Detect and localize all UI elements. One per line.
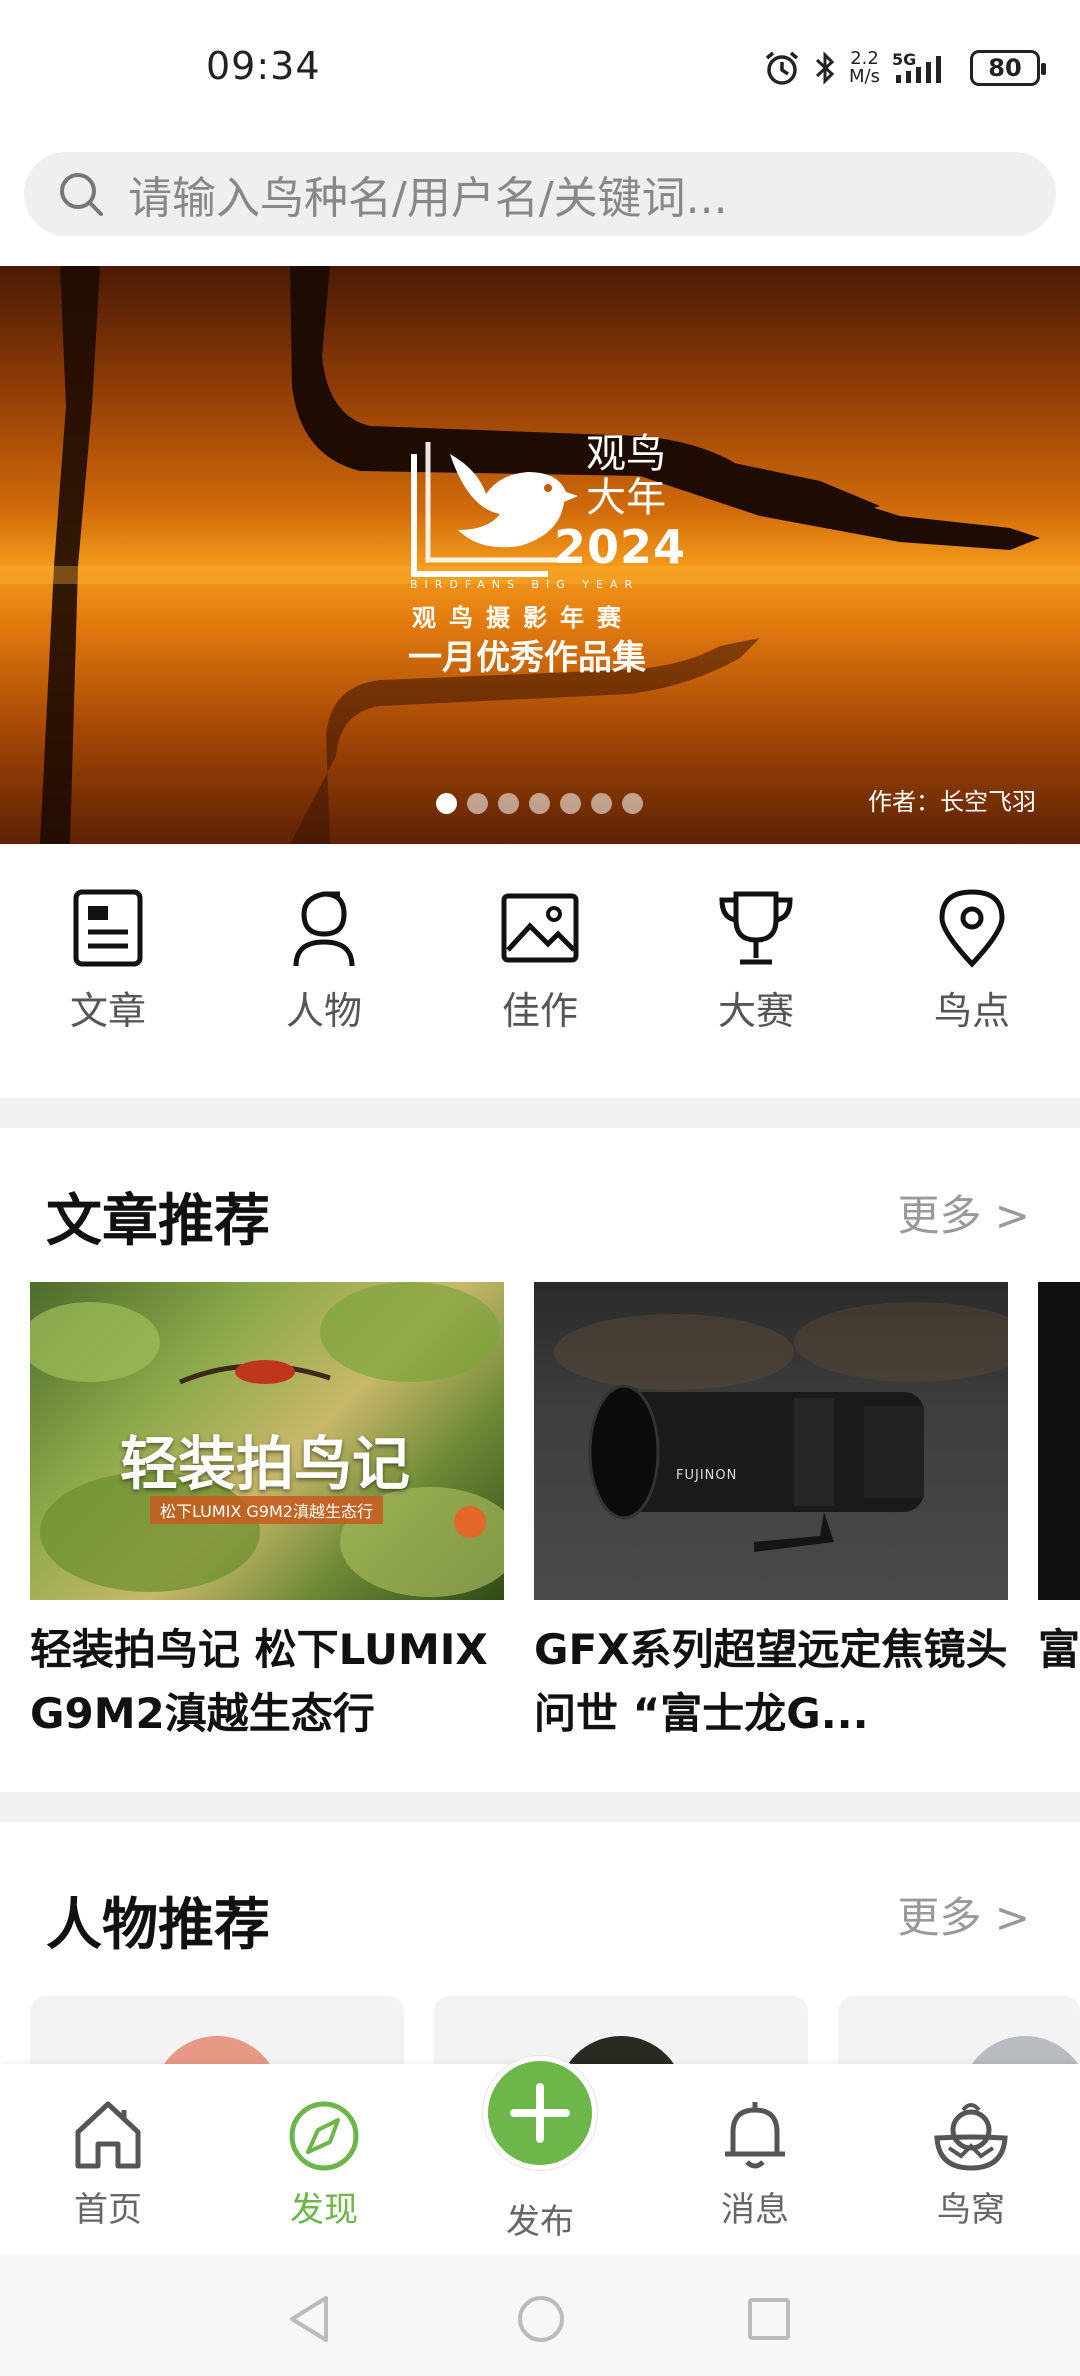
search-placeholder: 请输入鸟种名/用户名/关键词... [128,173,728,224]
svg-text:5G: 5G [892,50,916,69]
home-icon [75,2101,141,2169]
bell-icon [725,2102,785,2169]
section-divider [0,1098,1080,1128]
logo-year: 2024 [554,520,687,574]
category-grid: 文章 人物 佳作 大赛 鸟点 [0,868,1080,1068]
category-label: 人物 [285,989,362,1033]
category-article[interactable]: 文章 [38,888,178,1035]
nav-label: 发现 [290,2190,358,2230]
nav-discover[interactable]: 发现 [249,2096,399,2231]
carousel-dot[interactable] [436,793,457,814]
logo-subtitle: 观鸟摄影年赛 [412,604,634,632]
search-icon [60,173,103,216]
nav-bird-nest[interactable]: 鸟窝 [896,2096,1046,2231]
image-icon [501,893,579,963]
articles-section-title: 文章推荐 [46,1189,270,1254]
publish-button[interactable] [483,2056,597,2170]
logo-collection-title: 一月优秀作品集 [408,638,646,678]
carousel-dot[interactable] [560,793,581,814]
people-section-title: 人物推荐 [46,1893,270,1958]
banner-author: 作者：长空飞羽 [868,788,1036,816]
lens-photo [554,1302,1008,1552]
carousel-dot[interactable] [591,793,612,814]
carousel-dot[interactable] [529,793,550,814]
nav-label: 消息 [721,2190,789,2230]
alarm-icon [765,51,799,85]
category-label: 鸟点 [933,989,1010,1033]
article-thumb-subtext: 松下LUMIX G9M2滇越生态行 [150,1496,383,1524]
article-thumbnail: FUJINON [534,1282,1008,1600]
back-key-icon[interactable] [286,2294,332,2344]
location-pin-icon [939,889,1005,968]
trophy-icon [719,891,793,965]
article-thumbnail [1038,1282,1080,1600]
article-title: 轻装拍鸟记 松下LUMIX G9M2滇越生态行 [30,1625,488,1738]
article-card[interactable]: FUJINON GFX系列超望远定焦镜头问世 “富士龙G... [534,1282,1008,1746]
nav-label: 首页 [74,2190,142,2230]
article-thumbnail: 轻装拍鸟记 松下LUMIX G9M2滇越生态行 [30,1282,504,1600]
compass-icon [289,2101,359,2171]
home-key-icon[interactable] [516,2294,566,2344]
category-contest[interactable]: 大赛 [686,888,826,1035]
article-card-partial[interactable]: 富士...反... [1038,1282,1080,1746]
logo-title-line2: 大年 [586,475,666,521]
bluetooth-icon [815,51,835,85]
logo-english: BIRDFANS BIG YEAR [410,578,640,591]
status-bar: 09:34 2.2 M/s 5G 80 [0,0,1080,140]
status-icons: 2.2 M/s 5G 80 [763,44,1046,92]
category-person[interactable]: 人物 [254,888,394,1035]
article-title: GFX系列超望远定焦镜头问世 “富士龙G... [534,1625,1008,1738]
nav-label: 鸟窝 [937,2190,1005,2230]
search-bar[interactable]: 请输入鸟种名/用户名/关键词... [24,152,1056,236]
category-label: 大赛 [717,989,794,1033]
battery-indicator: 80 [970,50,1046,86]
signal-5g-icon: 5G [892,50,941,83]
nav-home[interactable]: 首页 [33,2096,183,2231]
carousel-dot[interactable] [467,793,488,814]
nav-messages[interactable]: 消息 [680,2096,830,2231]
article-icon [73,889,143,967]
category-works[interactable]: 佳作 [470,888,610,1035]
banner-logo: 观鸟 大年 2024 BIRDFANS BIG YEAR 观鸟摄影年赛 一月优秀… [408,432,685,678]
category-label: 文章 [69,989,146,1033]
net-speed: 2.2 M/s [849,50,880,86]
logo-title: 观鸟 大年 [586,432,666,520]
category-label: 佳作 [501,989,578,1033]
article-card[interactable]: 轻装拍鸟记 松下LUMIX G9M2滇越生态行 轻装拍鸟记 松下LUMIX G9… [30,1282,504,1746]
net-speed-unit: M/s [849,66,880,87]
people-more-link[interactable]: 更多 > [897,1884,1030,1945]
status-time: 09:34 [206,44,321,88]
system-navigation-bar [0,2254,1080,2376]
banner-carousel[interactable]: 观鸟 大年 2024 BIRDFANS BIG YEAR 观鸟摄影年赛 一月优秀… [0,266,1080,844]
nav-label: 发布 [506,2202,574,2242]
bird-nest-icon [934,2103,1008,2171]
carousel-dot[interactable] [622,793,643,814]
bird-logo-icon [411,442,578,577]
article-thumb-text: 轻装拍鸟记 [120,1430,411,1498]
bottom-navigation: 首页 发现 发布 消息 鸟窝 [0,2056,1080,2254]
plus-icon [510,2083,570,2143]
carousel-dot[interactable] [498,793,519,814]
article-title: 富士...反... [1038,1625,1080,1674]
category-birding-spot[interactable]: 鸟点 [902,888,1042,1035]
recents-key-icon[interactable] [746,2294,792,2344]
carousel-indicator [436,793,643,814]
person-icon [293,891,355,967]
articles-more-link[interactable]: 更多 > [897,1182,1030,1243]
lens-brand-text: FUJINON [676,1468,738,1483]
logo-title-line1: 观鸟 [586,431,666,477]
section-divider [0,1792,1080,1822]
